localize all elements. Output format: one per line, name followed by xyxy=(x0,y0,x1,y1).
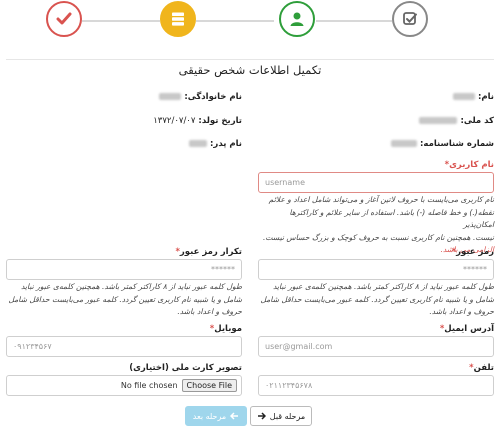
username-input[interactable]: username xyxy=(258,172,494,193)
national-card-file-input[interactable]: No file chosen Choose File xyxy=(6,375,242,396)
last-name-label: نام خانوادگی: xyxy=(159,92,242,102)
phone-input[interactable]: ۰۲۱۱۲۳۴۵۶۷۸ xyxy=(258,375,494,396)
last-name-value xyxy=(159,93,182,100)
first-name-label: نام: xyxy=(453,92,494,102)
next-step-button[interactable]: مرحله بعد xyxy=(185,406,247,426)
password-confirm-input[interactable]: ****** xyxy=(6,259,242,280)
step-1-done xyxy=(46,1,82,37)
password-confirm-label: تکرار رمز عبور* xyxy=(175,247,242,257)
password-input[interactable]: ****** xyxy=(258,259,494,280)
father-name-value xyxy=(189,140,208,147)
password-confirm-hint: طول کلمه عبور نباید از ۸ کاراکتر کمتر با… xyxy=(8,282,242,316)
birth-date-label: تاریخ تولد: ۱۳۷۲/۰۷/۰۷ xyxy=(153,116,242,126)
password-label: رمز عبور* xyxy=(451,247,494,257)
user-icon xyxy=(290,12,304,26)
stepper-line-2 xyxy=(196,20,274,22)
previous-step-button[interactable]: مرحله قبل xyxy=(250,406,312,426)
phone-label: تلفن* xyxy=(469,363,494,373)
arrow-left-icon xyxy=(230,412,239,420)
father-name-label: نام پدر: xyxy=(189,139,242,149)
step-3-current xyxy=(279,1,315,37)
step-2-active xyxy=(160,1,196,37)
birth-date-value: ۱۳۷۲/۰۷/۰۷ xyxy=(153,116,196,126)
mobile-label: موبایل* xyxy=(209,324,242,334)
arrow-right-icon xyxy=(257,412,266,420)
mobile-input[interactable]: ۰۹۱۲۳۴۵۶۷ xyxy=(6,336,242,357)
password-hint: طول کلمه عبور نباید از ۸ کاراکتر کمتر با… xyxy=(260,282,494,316)
id-number-value xyxy=(391,140,418,147)
step-4-pending xyxy=(392,1,428,37)
stepper-line-1 xyxy=(82,20,160,22)
email-label: آدرس ایمیل* xyxy=(439,324,494,334)
checkbox-icon xyxy=(403,12,417,25)
checkmark-icon xyxy=(56,12,72,25)
choose-file-button[interactable]: Choose File xyxy=(181,379,237,392)
divider xyxy=(6,59,494,60)
server-stack-icon xyxy=(172,12,184,26)
first-name-value xyxy=(453,93,476,100)
id-number-label: شماره شناسنامه: xyxy=(391,139,494,149)
national-card-label: تصویر کارت ملی (اختیاری) xyxy=(129,363,242,373)
national-code-label: کد ملی: xyxy=(419,116,494,126)
page-title: تکمیل اطلاعات شخص حقیقی xyxy=(178,63,322,77)
stepper-line-3 xyxy=(316,20,392,22)
national-code-value xyxy=(419,117,458,124)
file-status: No file chosen xyxy=(120,381,178,390)
email-input[interactable]: user@gmail.com xyxy=(258,336,494,357)
username-label: نام کاربری* xyxy=(444,160,494,170)
